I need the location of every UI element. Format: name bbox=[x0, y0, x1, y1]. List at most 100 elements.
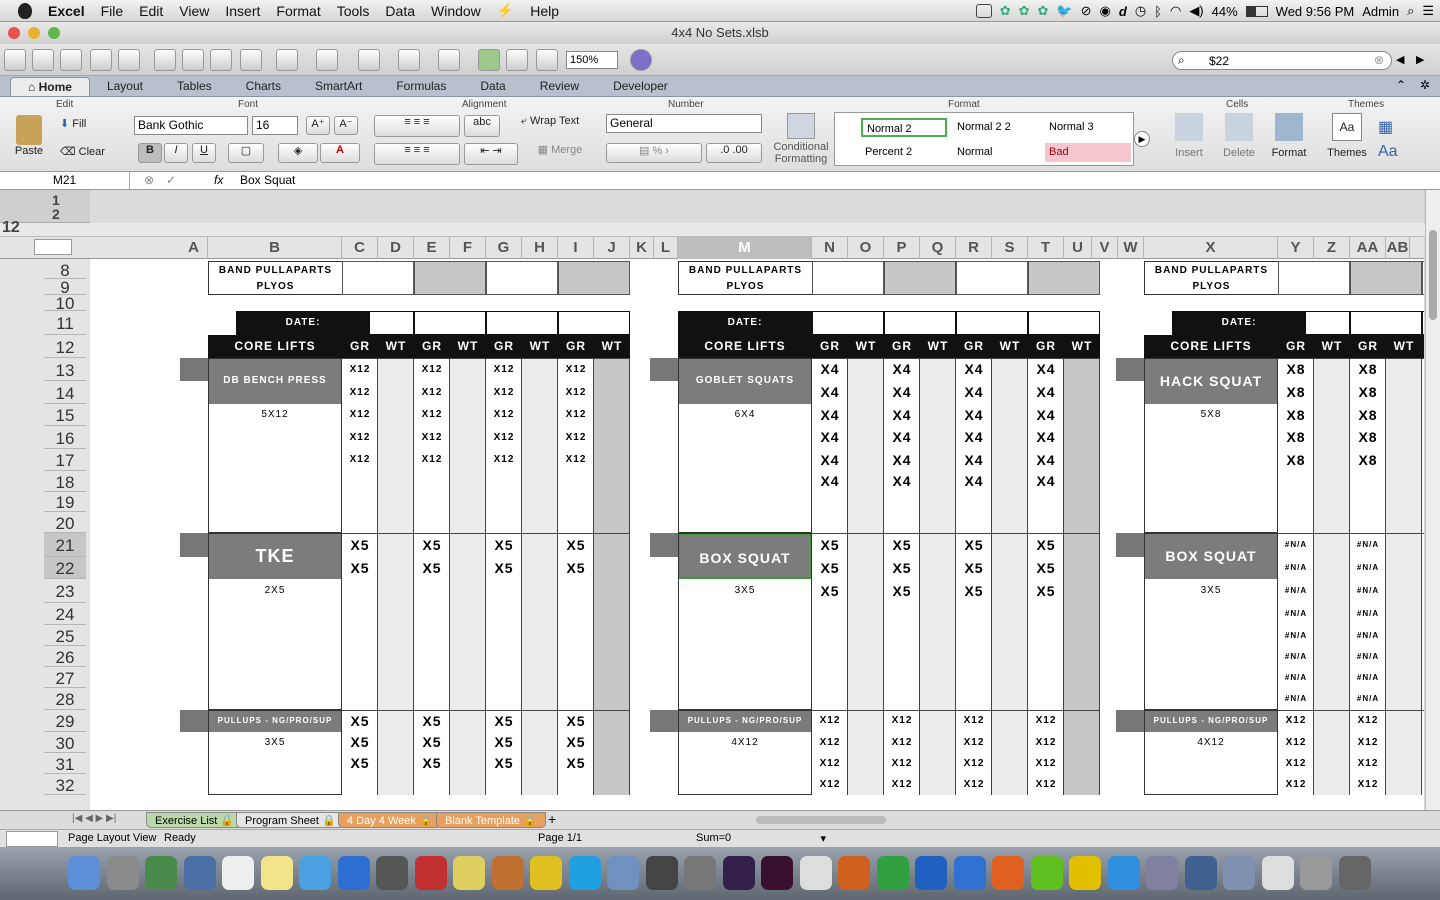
row-group-handle[interactable] bbox=[180, 358, 208, 381]
row-header-25[interactable]: 25 bbox=[44, 625, 86, 646]
reps-cell[interactable]: X5 bbox=[486, 533, 522, 557]
show-toolbox-icon[interactable] bbox=[506, 49, 528, 71]
reps-cell[interactable]: X5 bbox=[414, 710, 450, 732]
column-header-e[interactable]: E bbox=[414, 237, 450, 259]
reps-cell[interactable]: X12 bbox=[956, 710, 992, 732]
reps-cell[interactable]: X12 bbox=[1278, 732, 1314, 753]
reps-cell[interactable]: X5 bbox=[558, 533, 594, 557]
reps-cell[interactable]: #N/A bbox=[1422, 667, 1424, 688]
reps-cell[interactable]: X4 bbox=[812, 404, 848, 426]
reps-cell[interactable]: X12 bbox=[1422, 710, 1424, 732]
reps-cell[interactable]: X12 bbox=[342, 381, 378, 404]
reps-cell[interactable]: X5 bbox=[342, 732, 378, 753]
reps-cell[interactable]: X4 bbox=[1028, 404, 1064, 426]
set-column[interactable] bbox=[450, 710, 486, 795]
conditional-formatting-button[interactable]: Conditional Formatting bbox=[772, 113, 830, 167]
number-format-select[interactable]: General bbox=[606, 114, 762, 133]
italic-button[interactable]: I bbox=[164, 143, 188, 163]
reps-cell[interactable]: X4 bbox=[812, 449, 848, 471]
reps-cell[interactable]: X12 bbox=[486, 449, 522, 471]
reps-cell[interactable]: X12 bbox=[1278, 753, 1314, 774]
fx-icon[interactable]: fx bbox=[214, 173, 223, 187]
menu-file[interactable]: File bbox=[93, 3, 132, 19]
reps-cell[interactable]: X8 bbox=[1278, 381, 1314, 404]
reps-cell[interactable]: X5 bbox=[1028, 533, 1064, 557]
reps-cell[interactable]: X4 bbox=[884, 404, 920, 426]
reps-cell[interactable]: X5 bbox=[884, 533, 920, 557]
reps-cell[interactable]: X12 bbox=[884, 774, 920, 795]
reps-cell[interactable]: #N/A bbox=[1278, 533, 1314, 557]
reps-cell[interactable]: X8 bbox=[1350, 381, 1386, 404]
styles-next-icon[interactable]: ▶ bbox=[1134, 131, 1150, 147]
sheet-tab-program-sheet[interactable]: Program Sheet 🔒 bbox=[236, 812, 345, 828]
reps-cell[interactable]: X5 bbox=[558, 732, 594, 753]
style-normal[interactable]: Normal bbox=[953, 143, 1039, 162]
dock-app-icon[interactable] bbox=[684, 856, 716, 890]
set-column[interactable] bbox=[1386, 710, 1422, 795]
tab-review[interactable]: Review bbox=[523, 77, 596, 96]
row-header-15[interactable]: 15 bbox=[44, 404, 86, 426]
cut-icon[interactable] bbox=[154, 49, 176, 71]
font-size-select[interactable]: 16 bbox=[252, 116, 298, 135]
menu-tools[interactable]: Tools bbox=[329, 3, 378, 19]
wrap-text-button[interactable]: ⤶ Wrap Text bbox=[508, 115, 592, 137]
set-column[interactable] bbox=[992, 533, 1028, 710]
row-header-12[interactable]: 12 bbox=[44, 335, 86, 358]
undo-icon[interactable] bbox=[276, 49, 298, 71]
reps-cell[interactable]: X12 bbox=[1278, 710, 1314, 732]
dock-app-icon[interactable] bbox=[1300, 856, 1332, 890]
reps-cell[interactable]: X4 bbox=[1028, 471, 1064, 492]
reps-cell[interactable]: X12 bbox=[1028, 710, 1064, 732]
column-header-s[interactable]: S bbox=[992, 237, 1028, 259]
reps-cell[interactable]: #N/A bbox=[1422, 603, 1424, 625]
reps-cell[interactable]: X4 bbox=[812, 358, 848, 381]
reps-cell[interactable]: X5 bbox=[342, 710, 378, 732]
plyo-cell[interactable] bbox=[486, 261, 558, 295]
text-orientation-button[interactable]: abc bbox=[464, 115, 500, 137]
reps-cell[interactable]: X4 bbox=[1028, 381, 1064, 404]
reps-cell[interactable]: X5 bbox=[414, 732, 450, 753]
reps-cell[interactable]: X12 bbox=[1422, 774, 1424, 795]
vertical-align-icon[interactable]: ≡ ≡ ≡ bbox=[374, 115, 460, 137]
reps-cell[interactable]: X12 bbox=[486, 381, 522, 404]
themes-button[interactable]: Aa Themes bbox=[1322, 113, 1372, 167]
reps-cell[interactable]: X5 bbox=[486, 732, 522, 753]
reps-cell[interactable]: X12 bbox=[486, 404, 522, 426]
script-menu-icon[interactable]: ⚡ bbox=[489, 2, 522, 19]
reps-cell[interactable]: X12 bbox=[956, 753, 992, 774]
column-header-u[interactable]: U bbox=[1064, 237, 1092, 259]
horizontal-scroll-thumb[interactable] bbox=[756, 816, 886, 824]
plyo-cell[interactable] bbox=[1422, 261, 1424, 295]
reps-cell[interactable]: X12 bbox=[486, 358, 522, 381]
set-column[interactable] bbox=[378, 710, 414, 795]
reps-cell[interactable]: #N/A bbox=[1278, 646, 1314, 667]
set-column[interactable] bbox=[1386, 533, 1422, 710]
reps-cell[interactable]: #N/A bbox=[1278, 579, 1314, 603]
reps-cell[interactable]: X12 bbox=[1422, 732, 1424, 753]
dock-app-icon[interactable] bbox=[953, 856, 986, 890]
accept-formula-icon[interactable]: ✓ bbox=[166, 173, 176, 187]
reps-cell[interactable]: X8 bbox=[1350, 426, 1386, 449]
reps-cell[interactable]: X4 bbox=[1028, 426, 1064, 449]
reps-cell[interactable]: X5 bbox=[558, 753, 594, 774]
reps-cell[interactable]: X12 bbox=[812, 753, 848, 774]
reps-cell[interactable]: X4 bbox=[884, 381, 920, 404]
row-header-23[interactable]: 23 bbox=[44, 579, 86, 603]
reps-cell[interactable]: X5 bbox=[486, 710, 522, 732]
set-column[interactable] bbox=[594, 533, 630, 710]
borders-icon[interactable]: ▢ bbox=[228, 143, 264, 163]
menu-format[interactable]: Format bbox=[268, 3, 328, 19]
sync-icon-2[interactable]: ✿ bbox=[1019, 3, 1030, 19]
reps-cell[interactable]: X12 bbox=[884, 710, 920, 732]
notification-list-icon[interactable]: ☰ bbox=[1422, 3, 1434, 19]
plyo-cell[interactable] bbox=[414, 261, 486, 295]
reps-cell[interactable]: X4 bbox=[884, 358, 920, 381]
reps-cell[interactable]: X8 bbox=[1350, 358, 1386, 381]
reps-cell[interactable]: X5 bbox=[956, 579, 992, 603]
column-header-b[interactable]: B bbox=[208, 237, 342, 259]
reps-cell[interactable]: #N/A bbox=[1350, 533, 1386, 557]
reps-cell[interactable]: X5 bbox=[812, 579, 848, 603]
sort-icon[interactable] bbox=[398, 49, 420, 71]
row-header-13[interactable]: 13 bbox=[44, 358, 86, 381]
row-group-handle[interactable] bbox=[650, 533, 678, 557]
